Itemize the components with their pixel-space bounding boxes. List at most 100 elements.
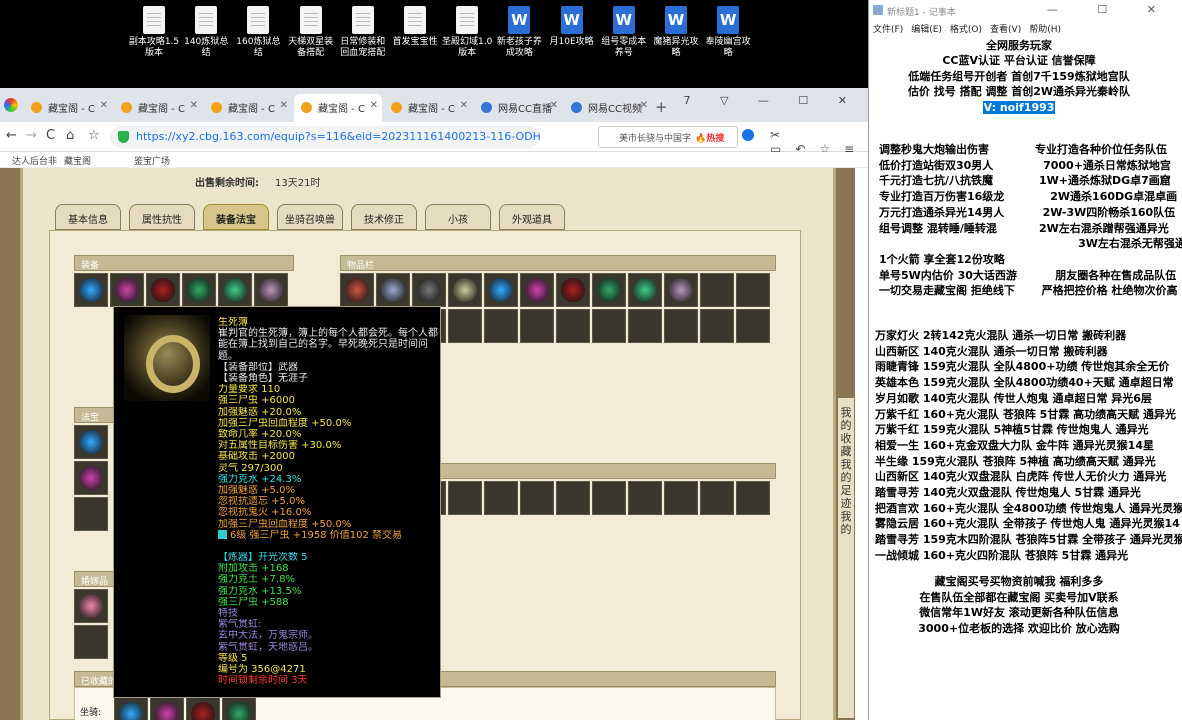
item-slot[interactable] [484, 481, 518, 515]
item-slot[interactable] [254, 273, 288, 307]
item-slot[interactable] [592, 481, 626, 515]
item-slot[interactable] [736, 273, 770, 307]
item-slot[interactable] [74, 273, 108, 307]
item-slot[interactable] [448, 309, 482, 343]
notepad-menu-item[interactable]: 编辑(E) [911, 25, 942, 35]
item-slot[interactable] [556, 309, 590, 343]
item-slot[interactable] [520, 481, 554, 515]
item-slot[interactable] [664, 481, 698, 515]
desktop-icon-11[interactable]: W 奉陵幽宫攻略 [702, 6, 754, 59]
desktop-icon-6[interactable]: 圣殿幻域1.0版本 [441, 6, 493, 59]
browser-search-input[interactable]: 美市长骁与中国字 🔥热搜 [598, 126, 738, 148]
reload-button[interactable]: C [46, 128, 55, 143]
desktop-icon-8[interactable]: W 月10E攻略 [546, 6, 598, 48]
tab-4[interactable]: 技术修正 [351, 204, 417, 230]
item-slot[interactable] [664, 309, 698, 343]
item-slot[interactable] [222, 697, 256, 720]
item-slot[interactable] [448, 273, 482, 307]
item-slot[interactable] [700, 273, 734, 307]
browser-window-controls[interactable]: 7 ▽ — ☐ ✕ [683, 94, 860, 107]
tab-0[interactable]: 基本信息 [55, 204, 121, 230]
bookmark-item[interactable]: 鉴宝广场 [134, 154, 170, 167]
notepad-menu-item[interactable]: 格式(O) [950, 25, 982, 35]
browser-tab[interactable]: 藏宝阁 - C ✕ [294, 94, 382, 122]
browser-tab[interactable]: 藏宝阁 - C ✕ [204, 94, 292, 122]
forward-button[interactable]: → [26, 128, 37, 143]
tab-3[interactable]: 坐骑召唤兽 [277, 204, 343, 230]
item-slot[interactable] [340, 273, 374, 307]
item-slot[interactable] [186, 697, 220, 720]
desktop-icon-9[interactable]: W 组号零成本养号 [598, 6, 650, 59]
bookmark-item[interactable]: 达人后台非 [12, 154, 57, 167]
item-slot[interactable] [592, 273, 626, 307]
notepad-menu-item[interactable]: 帮助(H) [1029, 25, 1061, 35]
item-slot[interactable] [700, 481, 734, 515]
desktop-icon-5[interactable]: 首发宝宝性 [389, 6, 441, 48]
notepad-window-controls[interactable]: — ☐ ✕ [1047, 3, 1174, 16]
item-slot[interactable] [484, 273, 518, 307]
item-slot[interactable] [114, 697, 148, 720]
close-tab-icon[interactable]: ✕ [190, 100, 198, 111]
item-slot[interactable] [110, 273, 144, 307]
notepad-menu-item[interactable]: 查看(V) [990, 25, 1021, 35]
item-slot[interactable] [628, 481, 662, 515]
close-tab-icon[interactable]: ✕ [100, 100, 108, 111]
item-slot[interactable] [150, 697, 184, 720]
item-slot[interactable] [520, 273, 554, 307]
notepad-menu-item[interactable]: 文件(F) [873, 25, 903, 35]
browser-tab[interactable]: 藏宝阁 - C ✕ [24, 94, 112, 122]
item-slot[interactable] [700, 309, 734, 343]
new-tab-button[interactable]: + [655, 98, 668, 116]
desktop-icon-2[interactable]: 160炼狱总结 [232, 6, 284, 59]
item-slot[interactable] [218, 273, 252, 307]
item-slot[interactable] [74, 461, 108, 495]
browser-logo-icon[interactable] [4, 98, 18, 112]
close-tab-icon[interactable]: ✕ [370, 100, 378, 111]
item-slot[interactable] [74, 425, 108, 459]
item-slot[interactable] [556, 273, 590, 307]
browser-tab[interactable]: 藏宝阁 - C ✕ [114, 94, 202, 122]
item-slot[interactable] [628, 273, 662, 307]
back-button[interactable]: ← [6, 128, 17, 143]
item-slot[interactable] [664, 273, 698, 307]
desktop-icon-1[interactable]: 140炼狱总结 [180, 6, 232, 59]
close-tab-icon[interactable]: ✕ [460, 100, 468, 111]
item-slot[interactable] [412, 273, 446, 307]
desktop-icon-10[interactable]: W 魔猪异光攻略 [650, 6, 702, 59]
desktop-icon-4[interactable]: 日常修装和回血宠搭配 [337, 6, 389, 59]
bookmark-item[interactable]: 藏宝阁 [64, 154, 91, 167]
item-slot[interactable] [736, 481, 770, 515]
desktop-icon-7[interactable]: W 新老孩子养成攻略 [493, 6, 545, 59]
desktop-icon-0[interactable]: 副本攻略1.5版本 [128, 6, 180, 59]
tab-2[interactable]: 装备法宝 [203, 204, 269, 230]
tab-1[interactable]: 属性抗性 [129, 204, 195, 230]
side-float-menu[interactable]: 我的收藏我的足迹我的 [838, 398, 854, 718]
desktop-icon-3[interactable]: 天梯双星装备搭配 [285, 6, 337, 59]
home-button[interactable]: ⌂ [66, 128, 74, 143]
item-slot[interactable] [556, 481, 590, 515]
browser-tab[interactable]: 网易CC直播 ✕ [474, 94, 562, 122]
item-slot[interactable] [736, 309, 770, 343]
bookmark-star-icon[interactable]: ☆ [88, 128, 100, 143]
item-slot[interactable] [146, 273, 180, 307]
browser-tab[interactable]: 藏宝阁 - C ✕ [384, 94, 472, 122]
notepad-text-area[interactable]: 全网服务玩家 CC蓝V认证 平台认证 信誉保障 低端任务组号开创者 首创7千159炼… [869, 36, 1182, 720]
item-slot[interactable] [74, 497, 108, 531]
close-tab-icon[interactable]: ✕ [550, 100, 558, 111]
item-slot[interactable] [448, 481, 482, 515]
close-tab-icon[interactable]: ✕ [280, 100, 288, 111]
close-tab-icon[interactable]: ✕ [640, 100, 648, 111]
url-input[interactable]: https://xy2.cbg.163.com/equip?s=116&eid=… [110, 126, 540, 148]
item-slot[interactable] [376, 273, 410, 307]
item-slot[interactable] [74, 625, 108, 659]
item-slot[interactable] [592, 309, 626, 343]
tab-6[interactable]: 外观道具 [499, 204, 565, 230]
item-slot[interactable] [182, 273, 216, 307]
item-slot[interactable] [484, 309, 518, 343]
tab-5[interactable]: 小孩 [425, 204, 491, 230]
item-slot[interactable] [520, 309, 554, 343]
item-slot[interactable] [628, 309, 662, 343]
extension-icon[interactable] [742, 129, 754, 141]
browser-tab[interactable]: 网易CC视频 ✕ [564, 94, 652, 122]
item-slot[interactable] [74, 589, 108, 623]
